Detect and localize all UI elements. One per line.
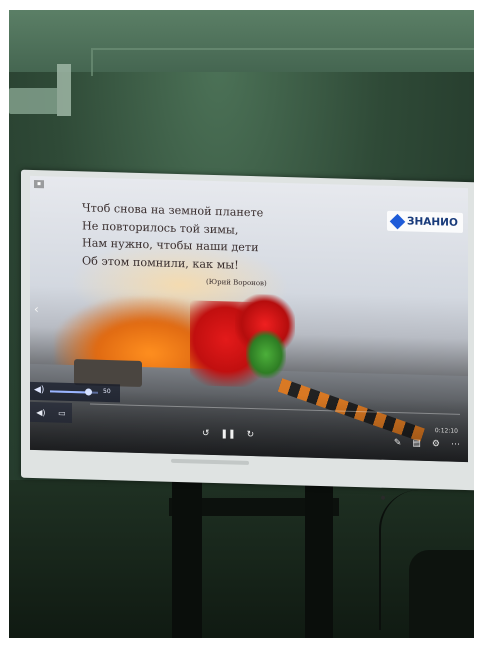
stand-leg-left xyxy=(172,472,202,638)
poem-text: Чтоб снова на земной планете Не повторил… xyxy=(82,199,342,276)
poem-author: (Юрий Воронов) xyxy=(206,277,267,288)
znanio-logo: ЗНАНИО xyxy=(387,210,463,233)
interactive-display: ▪ ‹ Чтоб снова на земной планете Не повт… xyxy=(21,169,474,500)
subtitles-icon[interactable]: ▤ xyxy=(412,439,421,449)
volume-slider[interactable] xyxy=(50,388,98,396)
volume-fill xyxy=(50,390,89,394)
board-frame xyxy=(91,48,474,76)
logo-text: ЗНАНИО xyxy=(407,215,458,229)
speaker-icon[interactable]: ◀) xyxy=(36,408,45,417)
carnation-leaves xyxy=(246,329,286,380)
power-indicator xyxy=(381,495,385,500)
more-icon[interactable]: ⋯ xyxy=(451,440,460,450)
volume-panel: ◀) 50 xyxy=(30,381,120,403)
pause-icon[interactable]: ❚❚ xyxy=(221,429,236,439)
pen-icon[interactable]: ✎ xyxy=(394,438,402,448)
photo-scene: ▪ ‹ Чтоб снова на земной планете Не повт… xyxy=(9,10,474,638)
right-controls: ✎ ▤ ⚙ ⋯ xyxy=(394,438,460,450)
stand-leg-right xyxy=(305,472,333,638)
caption-icon[interactable]: ▭ xyxy=(58,408,66,417)
video-screen[interactable]: ▪ ‹ Чтоб снова на земной планете Не повт… xyxy=(30,175,468,463)
rewind-icon[interactable]: ↺ xyxy=(202,429,210,439)
dark-object xyxy=(409,550,474,638)
wall-bracket xyxy=(9,64,71,116)
logo-diamond-icon xyxy=(389,213,406,229)
forward-icon[interactable]: ↻ xyxy=(247,430,255,440)
left-tools: ◀) ▭ xyxy=(30,401,72,424)
volume-value: 50 xyxy=(103,387,111,396)
time-display: 0:12:10 xyxy=(434,427,458,435)
fullscreen-icon[interactable]: ▪ xyxy=(34,179,44,189)
display-sensor-bar xyxy=(171,458,249,465)
volume-knob[interactable] xyxy=(85,388,93,396)
chevron-left-icon[interactable]: ‹ xyxy=(34,302,44,316)
bracket-arm xyxy=(57,64,71,116)
settings-icon[interactable]: ⚙ xyxy=(432,439,440,449)
speaker-icon[interactable]: ◀) xyxy=(34,385,44,395)
play-controls: ↺ ❚❚ ↻ xyxy=(202,429,254,440)
